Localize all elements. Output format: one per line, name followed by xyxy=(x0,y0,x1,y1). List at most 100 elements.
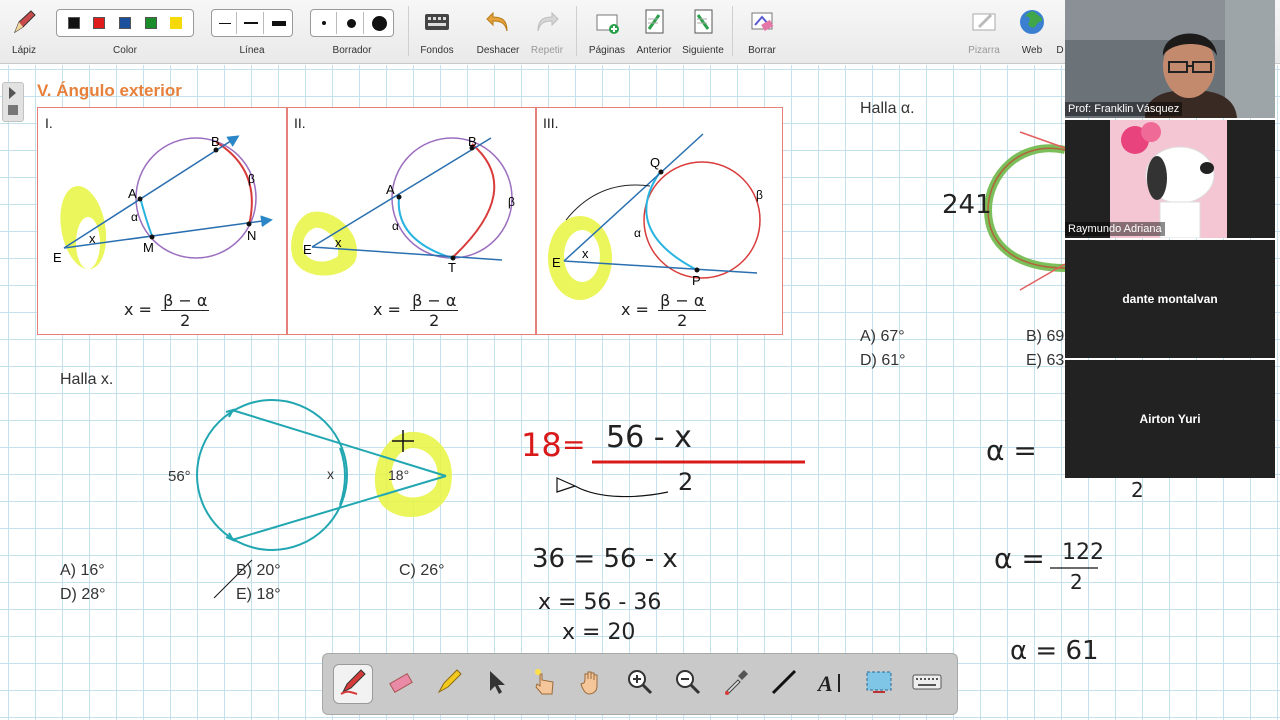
angle-label-x: x xyxy=(89,231,96,246)
participant-tile-teacher[interactable]: Prof: Franklin Vásquez xyxy=(1065,0,1275,118)
participant-name: Airton Yuri xyxy=(1139,412,1201,426)
handwriting-18: 18 xyxy=(521,426,562,464)
formula-numerator: β − α xyxy=(161,291,210,311)
handwriting-numerator: 56 - x xyxy=(606,420,692,455)
laser-pointer-tool[interactable] xyxy=(524,664,564,704)
participant-name: Raymundo Adriana xyxy=(1065,222,1165,236)
point-label-e: E xyxy=(53,250,62,265)
arc-label-x: x xyxy=(327,466,334,482)
participant-name: dante montalvan xyxy=(1122,292,1218,306)
formula-lhs: x = xyxy=(124,300,152,319)
formula-denominator: 2 xyxy=(429,311,440,330)
point-label-e: E xyxy=(303,242,312,257)
angle-label-18: 18° xyxy=(388,467,410,483)
problem-2-option-d[interactable]: D) 61° xyxy=(860,352,906,370)
eyedropper-icon xyxy=(720,666,752,703)
participant-tile-dante[interactable]: dante montalvan xyxy=(1065,240,1275,358)
angle-label-x: x xyxy=(335,235,342,250)
point-label-a: A xyxy=(128,186,137,201)
zoom-out-icon xyxy=(672,666,704,703)
panel-1-figure xyxy=(60,135,273,270)
color-picker-tool[interactable] xyxy=(716,664,756,704)
formula-denominator: 2 xyxy=(677,311,688,330)
arc-label-alpha: α xyxy=(634,226,641,240)
arc-label-beta: β xyxy=(756,188,763,202)
point-label-b: B xyxy=(468,134,477,149)
point-label-b: B xyxy=(211,134,220,149)
handwriting-eq3: x = 56 - 36 xyxy=(538,590,662,615)
arc-label-alpha: α xyxy=(392,219,399,233)
option-a[interactable]: A) 16° xyxy=(60,562,105,580)
point-label-e: E xyxy=(552,255,561,270)
pointer-hand-icon xyxy=(528,666,560,703)
point-label-a: A xyxy=(386,182,395,197)
option-e[interactable]: E) 18° xyxy=(236,586,281,604)
panel-1-formula: x = β − α 2 xyxy=(124,291,210,330)
line-tool[interactable] xyxy=(764,664,804,704)
point-label-m: M xyxy=(143,240,154,255)
option-b[interactable]: B) 20° xyxy=(236,562,281,580)
eraser-tool[interactable] xyxy=(381,664,421,704)
option-d[interactable]: D) 28° xyxy=(60,586,106,604)
handwriting-denominator: 2 xyxy=(678,468,694,496)
formula-numerator: β − α xyxy=(658,291,707,311)
participant-tile-raymundo[interactable]: Raymundo Adriana xyxy=(1065,120,1275,238)
screen-capture-tool[interactable] xyxy=(859,664,899,704)
pen-tool[interactable] xyxy=(332,664,373,704)
point-label-t: T xyxy=(448,260,456,275)
keyboard-icon xyxy=(911,666,943,703)
option-c[interactable]: C) 26° xyxy=(399,562,445,580)
line-icon xyxy=(768,666,800,703)
svg-text:A: A xyxy=(816,671,833,696)
hand-icon xyxy=(576,666,608,703)
highlighter-icon xyxy=(433,666,465,703)
arc-label-beta: β xyxy=(248,172,255,186)
point-label-q: Q xyxy=(650,155,661,170)
teacher-video xyxy=(1065,0,1275,118)
problem-1-prompt: Halla x. xyxy=(60,371,114,388)
screen-capture-icon xyxy=(863,666,895,703)
panel-2-formula: x = β − α 2 xyxy=(373,291,459,330)
handwriting-eq4: x = 20 xyxy=(562,620,636,645)
problem-2-prompt: Halla α. xyxy=(860,100,915,117)
arc-label-alpha: α xyxy=(131,210,138,224)
formula-lhs: x = xyxy=(373,300,401,319)
handwriting-eq2: 36 = 56 - x xyxy=(532,544,678,574)
select-tool[interactable] xyxy=(476,664,516,704)
participant-tile-airton[interactable]: Airton Yuri xyxy=(1065,360,1275,478)
handwriting-alpha-2-den: 2 xyxy=(1070,570,1083,594)
text-icon: A xyxy=(815,666,847,703)
panel-3-formula: x = β − α 2 xyxy=(621,291,707,330)
angle-label-x: x xyxy=(582,246,589,261)
eraser-icon xyxy=(385,666,417,703)
panel-2-figure xyxy=(291,137,513,276)
pan-tool[interactable] xyxy=(572,664,612,704)
handwritten-arc-241: 241 xyxy=(942,190,992,220)
problem-2-option-a[interactable]: A) 67° xyxy=(860,328,905,346)
handwriting-alpha-2: α = xyxy=(994,542,1045,575)
problem-2-option-b[interactable]: B) 69 xyxy=(1026,328,1064,346)
point-label-p: P xyxy=(692,273,701,288)
handwriting-122: 122 xyxy=(1062,540,1104,565)
highlighter-tool[interactable] xyxy=(429,664,469,704)
participant-name: Prof: Franklin Vásquez xyxy=(1065,102,1183,116)
formula-lhs: x = xyxy=(621,300,649,319)
text-tool[interactable]: A xyxy=(811,664,851,704)
point-label-n: N xyxy=(247,228,257,243)
problem-2-figure xyxy=(983,131,1066,291)
pen-icon xyxy=(337,666,369,703)
handwriting-alpha-1-den: 2 xyxy=(1131,478,1144,502)
cursor-arrow-icon xyxy=(480,666,512,703)
arc-label-56: 56° xyxy=(168,468,191,485)
handwriting-alpha-61: α = 61 xyxy=(1010,636,1099,666)
handwriting-alpha-1: α = xyxy=(986,434,1037,467)
snoopy-avatar-image xyxy=(1065,120,1275,238)
drawing-toolbar: A xyxy=(322,653,958,715)
keyboard-tool[interactable] xyxy=(907,664,947,704)
problem-2-option-e[interactable]: E) 63 xyxy=(1026,352,1064,370)
arc-label-beta: β xyxy=(508,195,515,209)
zoom-in-tool[interactable] xyxy=(620,664,660,704)
handwriting-equals: = xyxy=(562,428,586,461)
zoom-in-icon xyxy=(624,666,656,703)
zoom-out-tool[interactable] xyxy=(668,664,708,704)
